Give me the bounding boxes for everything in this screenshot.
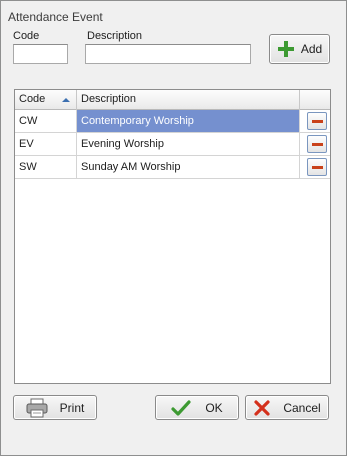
remove-button[interactable] xyxy=(307,158,327,176)
add-button[interactable]: Add xyxy=(269,34,330,64)
remove-button[interactable] xyxy=(307,135,327,153)
row-code: CW xyxy=(15,110,77,132)
events-grid: Code Description CW Contemporary Worship… xyxy=(14,89,331,384)
table-row[interactable]: EV Evening Worship xyxy=(15,133,330,156)
print-button-label: Print xyxy=(59,400,85,415)
remove-button[interactable] xyxy=(307,112,327,130)
column-header-code[interactable]: Code xyxy=(15,90,77,110)
column-header-description[interactable]: Description xyxy=(77,90,300,110)
print-button[interactable]: Print xyxy=(13,395,97,420)
code-input[interactable] xyxy=(13,44,68,64)
x-icon xyxy=(253,399,271,417)
row-code: SW xyxy=(15,156,77,178)
row-description: Sunday AM Worship xyxy=(77,156,300,178)
table-row[interactable]: CW Contemporary Worship xyxy=(15,110,330,133)
minus-icon xyxy=(311,142,323,146)
ok-button-label: OK xyxy=(205,400,223,415)
code-label: Code xyxy=(13,30,40,42)
window-title: Attendance Event xyxy=(8,10,103,24)
table-row[interactable]: SW Sunday AM Worship xyxy=(15,156,330,179)
minus-icon xyxy=(311,165,323,169)
printer-icon xyxy=(26,398,48,418)
grid-header: Code Description xyxy=(15,90,330,110)
row-description: Contemporary Worship xyxy=(77,110,300,132)
plus-icon xyxy=(277,40,295,58)
row-code: EV xyxy=(15,133,77,155)
description-label: Description xyxy=(87,30,143,42)
ok-button[interactable]: OK xyxy=(155,395,239,420)
cancel-button[interactable]: Cancel xyxy=(245,395,329,420)
attendance-event-dialog: Attendance Event Code Description Add Co… xyxy=(0,0,347,456)
row-description: Evening Worship xyxy=(77,133,300,155)
minus-icon xyxy=(311,119,323,123)
column-header-actions xyxy=(300,90,330,110)
column-code-label: Code xyxy=(19,93,46,105)
cancel-button-label: Cancel xyxy=(283,400,321,415)
checkmark-icon xyxy=(171,399,191,417)
add-button-label: Add xyxy=(300,42,323,56)
description-input[interactable] xyxy=(85,44,251,64)
